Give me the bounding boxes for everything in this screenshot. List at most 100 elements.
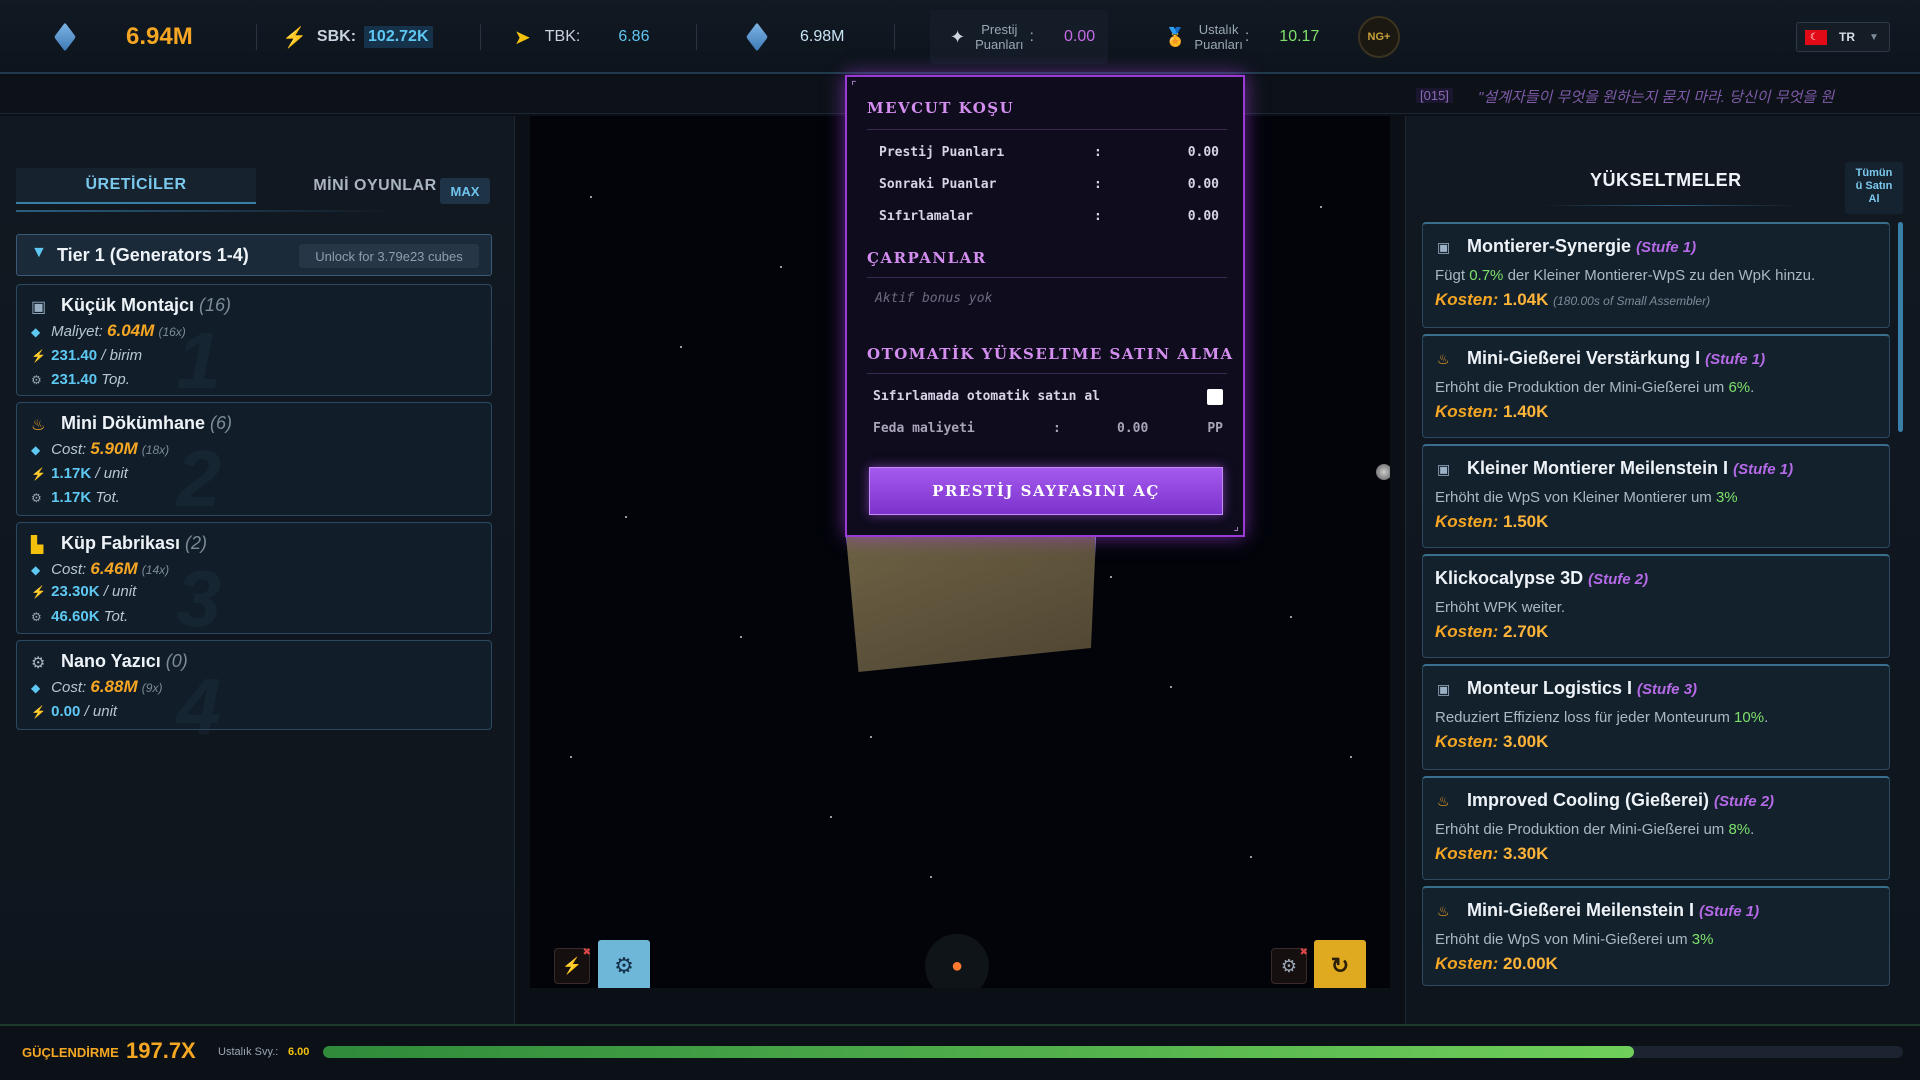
auto-purchase-checkbox[interactable]	[1207, 389, 1223, 405]
generator-card[interactable]: 3 ▙ Küp Fabrikası (2) ◆ Cost: 6.46M (14x…	[16, 522, 492, 643]
generator-name: Küp Fabrikası	[61, 533, 181, 553]
cube-icon: ◆	[31, 681, 41, 695]
cube-icon	[54, 22, 76, 52]
fire-icon: ●	[950, 954, 964, 977]
tab-mini-games[interactable]: MİNİ OYUNLAR	[290, 168, 460, 204]
multipliers-heading: ÇARPANLAR	[867, 249, 987, 267]
mastery-progress-fill	[323, 1046, 1635, 1058]
generator-count: (6)	[210, 413, 233, 433]
generator-count: (2)	[185, 533, 208, 553]
prestige-value: 0.00	[1063, 28, 1096, 45]
sbk-label: SBK:	[316, 28, 357, 45]
gear-icon: ⚙	[614, 953, 634, 978]
upgrade-card[interactable]: ▣ Monteur Logistics I (Stufe 3) Reduzier…	[1422, 664, 1890, 770]
upgrades-title: YÜKSELTMELER	[1590, 170, 1742, 190]
sacrifice-cost-row: Feda maliyeti : 0.00 PP	[873, 421, 1223, 436]
reset-button[interactable]: ↻	[1314, 940, 1366, 988]
prestige-summary-modal: ⌜ ⌟ MEVCUT KOŞU Prestij Puanları:0.00 So…	[845, 75, 1245, 537]
upgrade-cost: 1.04K	[1503, 290, 1549, 309]
generator-count: (0)	[165, 651, 188, 671]
bolt-icon: ⚡	[31, 705, 46, 719]
generator-count: (16)	[199, 295, 232, 315]
open-prestige-page-button[interactable]: PRESTİJ SAYFASINI AÇ	[869, 467, 1223, 515]
upgrade-card[interactable]: ♨ Mini-Gießerei Meilenstein I (Stufe 1) …	[1422, 886, 1890, 986]
upgrade-card[interactable]: Klickocalypse 3D (Stufe 2) Erhöht WPK we…	[1422, 554, 1890, 658]
mastery-progress-bar	[323, 1046, 1903, 1058]
upgrade-cost: 20.00K	[1503, 954, 1558, 973]
bolt-icon: ⚡	[282, 26, 307, 49]
factory-icon: ▙	[31, 537, 44, 554]
upgrade-name: Kleiner Montierer Meilenstein I	[1467, 458, 1729, 478]
generator-name: Küçük Montajcı	[61, 295, 195, 315]
total-cubes-stat: 6.98M	[746, 0, 845, 74]
auto-purchase-heading: OTOMATİK YÜKSELTME SATIN ALMA	[867, 345, 1234, 363]
cube-icon: ◆	[31, 563, 41, 577]
monitor-icon: ▣	[1437, 461, 1451, 477]
generator-cost: 6.88M	[90, 677, 138, 696]
boost-value: 197.7X	[126, 1038, 196, 1063]
settings-toggle-button[interactable]: ⚙	[598, 940, 650, 988]
mastery-level-label: Ustalık Svy.:	[218, 1046, 279, 1058]
tier-header[interactable]: ▼ Tier 1 (Generators 1-4) Unlock for 3.7…	[16, 234, 492, 276]
upgrade-cost: 3.30K	[1503, 844, 1549, 863]
monitor-icon: ▣	[1437, 681, 1451, 697]
upgrade-name: Mini-Gießerei Meilenstein I	[1467, 900, 1695, 920]
total-cubes-value: 6.98M	[800, 28, 845, 45]
bolt-icon: ⚡	[562, 958, 582, 975]
top-stats-bar: 6.94M ⚡ SBK: 102.72K ➤ TBK: 6.86 6.98M ✦…	[0, 0, 1920, 74]
upgrade-card[interactable]: ♨ Improved Cooling (Gießerei) (Stufe 2) …	[1422, 776, 1890, 880]
auto-purchase-row: Sıfırlamada otomatik satın al	[873, 389, 1223, 405]
prestige-points-stat[interactable]: ✦ Prestij Puanları : 0.00	[930, 10, 1108, 64]
current-run-heading: MEVCUT KOŞU	[867, 99, 1015, 117]
refresh-icon: ↻	[1330, 953, 1350, 978]
buy-all-button[interactable]: Tümün ü Satın Al	[1845, 162, 1903, 214]
ticker-code: [015]	[1416, 88, 1453, 103]
upgrade-name: Klickocalypse 3D	[1435, 568, 1584, 588]
ability-button[interactable]: ●	[925, 934, 989, 988]
gear-icon: ⚙	[1280, 955, 1298, 976]
unlock-tier-button[interactable]: Unlock for 3.79e23 cubes	[299, 244, 479, 268]
mastery-label: Ustalık	[1198, 22, 1239, 37]
tbk-label: TBK:	[544, 28, 581, 45]
max-button[interactable]: MAX	[440, 178, 490, 204]
ticker-text: "설계자들이 무엇을 원하는지 묻지 마라. 당신이 무엇을 원	[1478, 89, 1835, 106]
cube-icon	[746, 22, 768, 52]
sbk-stat: ⚡ SBK: 102.72K	[282, 0, 433, 74]
upgrade-card[interactable]: ♨ Mini-Gießerei Verstärkung I (Stufe 1) …	[1422, 334, 1890, 438]
mastery-value: 10.17	[1279, 28, 1320, 45]
toggle-auto-gear-button[interactable]: ⚙ ✖	[1271, 947, 1308, 984]
cube-icon: ◆	[31, 325, 41, 339]
upgrade-card[interactable]: ▣ Montierer-Synergie (Stufe 1) Fügt 0.7%…	[1422, 222, 1890, 328]
chevron-down-icon: ▼	[31, 244, 47, 261]
tab-generators[interactable]: ÜRETİCİLER	[16, 168, 256, 204]
generator-card[interactable]: 2 ♨ Mini Dökümhane (6) ◆ Cost: 5.90M (18…	[16, 402, 492, 523]
tbk-value: 6.86	[618, 28, 650, 45]
boost-label: GÜÇLENDİRME	[22, 1045, 119, 1060]
moon-icon	[1376, 464, 1390, 480]
sbk-value: 102.72K	[364, 26, 433, 48]
generator-cost: 6.46M	[90, 559, 138, 578]
language-selector[interactable]: ☾ TR ▼	[1796, 22, 1890, 52]
generator-card[interactable]: 1 ▣ Küçük Montajcı (16) ◆ Maliyet: 6.04M…	[16, 284, 492, 405]
mastery-level-value: 6.00	[288, 1046, 310, 1058]
generator-name: Mini Dökümhane	[61, 413, 206, 433]
stat-row: Sonraki Puanlar:0.00	[879, 177, 1219, 192]
medal-icon: 🏅	[1164, 26, 1187, 47]
generator-card[interactable]: 4 ⚙ Nano Yazıcı (0) ◆ Cost: 6.88M (9x) ⚡…	[16, 640, 492, 751]
upgrade-cost: 3.00K	[1503, 732, 1549, 751]
bottom-bar: GÜÇLENDİRME 197.7X Ustalık Svy.: 6.00	[0, 1024, 1920, 1080]
upgrade-name: Improved Cooling (Gießerei)	[1467, 790, 1710, 810]
language-code: TR	[1839, 30, 1855, 44]
scrollbar[interactable]	[1898, 222, 1903, 432]
upgrade-card[interactable]: ▣ Kleiner Montierer Meilenstein I (Stufe…	[1422, 444, 1890, 548]
toggle-auto-click-button[interactable]: ⚡ ✖	[554, 947, 591, 984]
upgrade-cost: 1.50K	[1503, 512, 1549, 531]
flask-icon: ♨	[1437, 793, 1450, 809]
sparkle-icon: ✦	[950, 26, 966, 47]
flask-icon: ♨	[1437, 903, 1450, 919]
upgrade-name: Mini-Gießerei Verstärkung I	[1467, 348, 1701, 368]
ng-plus-badge[interactable]: NG+	[1358, 16, 1400, 58]
upgrade-name: Montierer-Synergie	[1467, 236, 1632, 256]
cube-icon: ◆	[31, 443, 41, 457]
cube-object[interactable]	[846, 536, 1096, 672]
